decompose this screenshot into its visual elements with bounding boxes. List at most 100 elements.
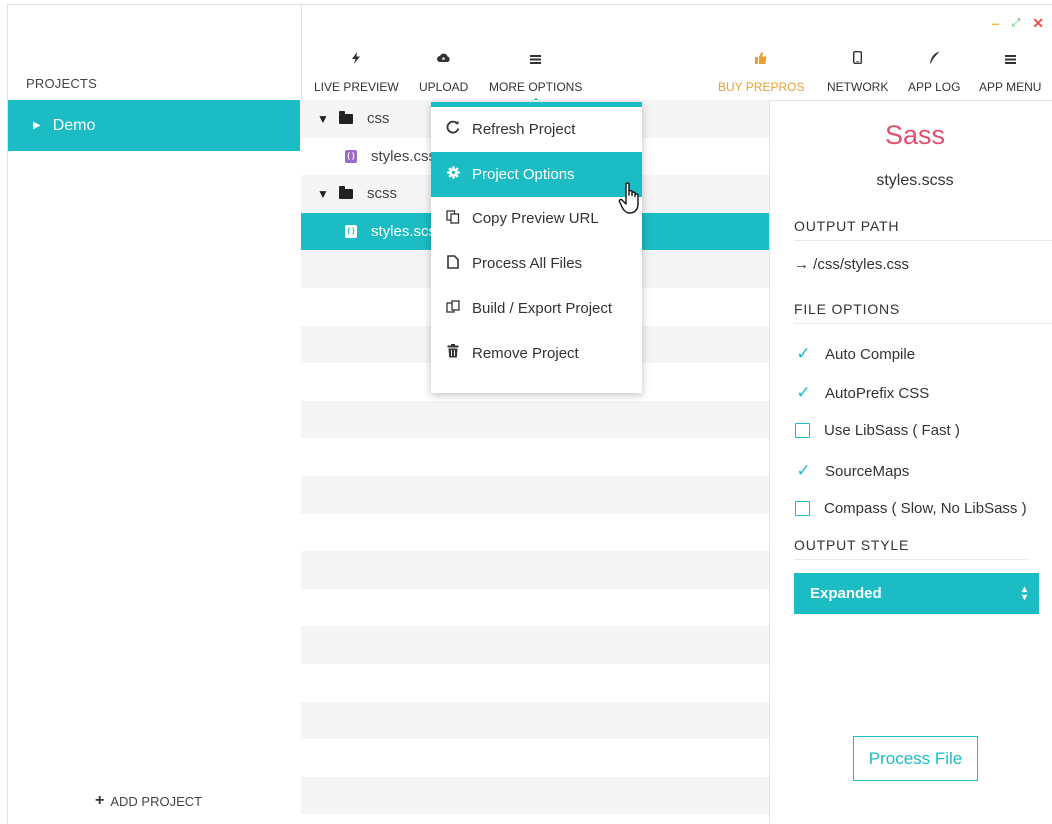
tree-empty-row: [301, 438, 769, 476]
option-label: Compass ( Slow, No LibSass ): [824, 500, 1027, 517]
file-label: styles.css: [371, 147, 437, 165]
tree-empty-row: [301, 701, 769, 740]
tree-empty-row: [301, 588, 769, 627]
play-arrow-icon: ▶: [33, 120, 41, 131]
option-label: Auto Compile: [825, 345, 916, 363]
file-options-heading: FILE OPTIONS: [794, 301, 901, 317]
upload-label: UPLOAD: [419, 80, 469, 94]
more-options-button[interactable]: MORE OPTIONS: [489, 51, 583, 104]
more-options-label: MORE OPTIONS: [489, 80, 583, 94]
add-project-button[interactable]: + ADD PROJECT: [95, 792, 202, 810]
menu-item-copy-preview-url[interactable]: Copy Preview URL: [431, 197, 642, 242]
tree-empty-row: [301, 776, 769, 815]
check-icon[interactable]: ✓: [794, 344, 813, 364]
projects-header: PROJECTS: [26, 76, 97, 91]
selected-file-name: styles.scss: [876, 172, 954, 189]
app-log-label: APP LOG: [908, 80, 961, 94]
close-icon[interactable]: ✕: [1032, 15, 1044, 31]
export-icon: [444, 299, 462, 318]
check-icon[interactable]: ✓: [794, 461, 813, 481]
option-sourcemaps[interactable]: ✓ SourceMaps: [794, 461, 909, 481]
live-preview-button[interactable]: LIVE PREVIEW: [314, 51, 399, 94]
menu-item-label: Remove Project: [472, 344, 579, 362]
project-label: Demo: [52, 116, 96, 134]
output-style-heading: OUTPUT STYLE: [794, 537, 910, 553]
add-project-label: ADD PROJECT: [110, 793, 203, 809]
option-auto-compile[interactable]: ✓ Auto Compile: [794, 344, 915, 364]
menu-item-build-export-project[interactable]: Build / Export Project: [431, 286, 642, 331]
tree-empty-row: [301, 400, 769, 439]
projects-panel: PROJECTS ▶ Demo + ADD PROJECT: [8, 5, 302, 824]
tree-empty-row: [301, 475, 769, 514]
tree-empty-row: [301, 814, 769, 824]
folder-icon: [339, 110, 353, 124]
menu-item-remove-project[interactable]: Remove Project: [431, 331, 642, 376]
tree-empty-row: [301, 739, 769, 777]
buy-prepros-label: BUY PREPROS: [718, 80, 805, 94]
output-path-heading: OUTPUT PATH: [794, 218, 900, 234]
thumbs-up-icon: [718, 51, 804, 69]
option-label: SourceMaps: [825, 462, 910, 480]
file-options-panel: Sass styles.scss OUTPUT PATH → /css/styl…: [770, 100, 1052, 824]
tree-empty-row: [301, 663, 769, 702]
folder-label: css: [367, 110, 390, 128]
option-label: AutoPrefix CSS: [825, 384, 930, 402]
option-autoprefix-css[interactable]: ✓ AutoPrefix CSS: [794, 383, 929, 403]
compiler-language-title: Sass: [884, 120, 946, 150]
file-icon: [444, 254, 462, 273]
process-file-button[interactable]: Process File: [853, 736, 978, 781]
folder-icon: [339, 185, 353, 199]
trash-icon: [444, 344, 462, 362]
output-style-select[interactable]: Expanded ▴ ▾: [794, 573, 1039, 614]
mobile-icon: [827, 50, 888, 69]
tree-empty-row: [301, 551, 769, 589]
window-controls: – ⤢ ✕: [992, 15, 1044, 31]
menu-item-label: Build / Export Project: [472, 300, 613, 318]
plus-icon: +: [95, 792, 105, 809]
menu-item-label: Copy Preview URL: [472, 210, 599, 228]
menu-icon: [979, 51, 1041, 69]
tree-empty-row: [301, 513, 769, 552]
maximize-icon[interactable]: ⤢: [1011, 15, 1020, 31]
app-window: – ⤢ ✕ PROJECTS ▶ Demo + ADD PROJECT LIVE…: [7, 4, 1052, 824]
css-file-icon: { }: [345, 149, 357, 163]
checkbox-empty[interactable]: [795, 423, 810, 438]
check-icon[interactable]: ✓: [794, 383, 813, 403]
folder-label: scss: [367, 185, 397, 203]
menu-item-project-options[interactable]: Project Options: [431, 151, 642, 197]
project-item-demo[interactable]: ▶ Demo: [8, 100, 300, 151]
refresh-icon: [444, 120, 462, 138]
menu-item-refresh-project[interactable]: Refresh Project: [431, 107, 642, 152]
menu-item-label: Project Options: [472, 165, 575, 183]
checkbox-empty[interactable]: [795, 501, 810, 516]
option-compass[interactable]: Compass ( Slow, No LibSass ): [794, 500, 1027, 517]
upload-button[interactable]: UPLOAD: [419, 51, 468, 94]
cloud-upload-icon: [419, 51, 468, 69]
tree-empty-row: [301, 626, 769, 664]
scss-file-icon: { }: [345, 225, 357, 239]
gear-icon: [444, 165, 462, 183]
app-menu-label: APP MENU: [979, 80, 1042, 94]
feather-icon: [908, 51, 960, 69]
network-button[interactable]: NETWORK: [827, 50, 889, 94]
lightning-icon: [314, 51, 399, 69]
buy-prepros-button[interactable]: BUY PREPROS: [718, 51, 804, 94]
minimize-icon[interactable]: –: [992, 15, 1000, 31]
more-options-menu: Refresh Project Project Options Copy Pre…: [431, 102, 642, 393]
menu-icon: [489, 51, 582, 69]
caret-down-icon[interactable]: ▼: [317, 187, 333, 201]
divider: [794, 323, 1052, 324]
caret-down-icon[interactable]: ▼: [317, 112, 333, 126]
menu-item-label: Refresh Project: [472, 120, 576, 138]
output-path-value[interactable]: → /css/styles.css: [794, 256, 909, 273]
divider: [794, 559, 1028, 560]
app-menu-button[interactable]: APP MENU: [979, 51, 1041, 94]
toolbar: LIVE PREVIEW UPLOAD MORE OPTIONS BUY PRE…: [301, 45, 1052, 104]
network-label: NETWORK: [827, 80, 889, 94]
divider: [794, 240, 1052, 241]
copy-icon: [444, 210, 462, 228]
live-preview-label: LIVE PREVIEW: [314, 80, 399, 94]
menu-item-process-all-files[interactable]: Process All Files: [431, 241, 642, 286]
app-log-button[interactable]: APP LOG: [908, 51, 960, 94]
option-use-libsass[interactable]: Use LibSass ( Fast ): [794, 422, 960, 439]
